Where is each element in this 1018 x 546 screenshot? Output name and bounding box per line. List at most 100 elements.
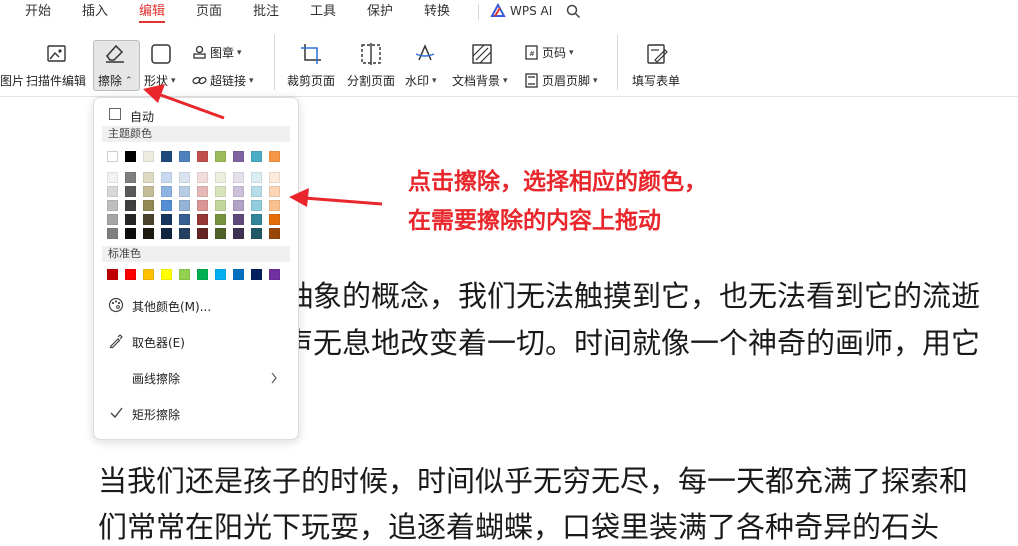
theme-shade-swatch[interactable] <box>251 186 262 197</box>
tab-convert[interactable]: 转换 <box>424 3 450 21</box>
standard-color-swatch[interactable] <box>107 269 118 280</box>
theme-shade-swatch[interactable] <box>269 228 280 239</box>
theme-shade-swatch[interactable] <box>125 186 136 197</box>
erase-dropdown[interactable]: 擦除 ⌃ <box>98 72 133 89</box>
tab-tools[interactable]: 工具 <box>310 3 336 21</box>
theme-shade-swatch[interactable] <box>143 172 154 183</box>
theme-shade-swatch[interactable] <box>269 172 280 183</box>
theme-shade-swatch[interactable] <box>143 214 154 225</box>
theme-color-swatch[interactable] <box>197 151 208 162</box>
theme-shade-swatch[interactable] <box>233 228 244 239</box>
theme-shade-swatch[interactable] <box>125 228 136 239</box>
theme-shade-swatch[interactable] <box>143 186 154 197</box>
fill-form-label[interactable]: 填写表单 <box>632 72 680 89</box>
hyperlink-dropdown[interactable]: 超链接 ▾ <box>192 72 254 89</box>
theme-shade-swatch[interactable] <box>107 228 118 239</box>
theme-shade-swatch[interactable] <box>269 186 280 197</box>
theme-shade-swatch[interactable] <box>161 214 172 225</box>
theme-shade-swatch[interactable] <box>269 200 280 211</box>
theme-shade-swatch[interactable] <box>179 214 190 225</box>
tab-comment[interactable]: 批注 <box>253 3 279 21</box>
theme-shade-swatch[interactable] <box>161 186 172 197</box>
standard-color-swatch[interactable] <box>215 269 226 280</box>
theme-shade-swatch[interactable] <box>197 200 208 211</box>
doc-background-dropdown[interactable]: 文档背景 ▾ <box>452 72 508 89</box>
standard-color-swatch[interactable] <box>197 269 208 280</box>
watermark-dropdown[interactable]: 水印 ▾ <box>405 72 437 89</box>
auto-label[interactable]: 自动 <box>130 108 154 125</box>
theme-shade-swatch[interactable] <box>197 228 208 239</box>
doc-background-icon[interactable] <box>470 42 494 66</box>
search-icon[interactable] <box>566 4 581 19</box>
picture-label[interactable]: 图片 <box>0 72 24 89</box>
theme-shade-swatch[interactable] <box>197 172 208 183</box>
theme-shade-swatch[interactable] <box>215 200 226 211</box>
theme-shade-swatch[interactable] <box>251 200 262 211</box>
theme-shade-swatch[interactable] <box>197 214 208 225</box>
more-colors-item[interactable]: 其他颜色(M)... <box>132 298 211 315</box>
theme-shade-swatch[interactable] <box>125 200 136 211</box>
theme-shade-swatch[interactable] <box>269 214 280 225</box>
theme-color-swatch[interactable] <box>143 151 154 162</box>
theme-shade-swatch[interactable] <box>161 172 172 183</box>
theme-shade-swatch[interactable] <box>161 228 172 239</box>
fill-form-icon[interactable] <box>645 42 669 66</box>
standard-color-swatch[interactable] <box>143 269 154 280</box>
page-number-dropdown[interactable]: # 页码 ▾ <box>524 44 574 61</box>
split-page-icon[interactable] <box>359 42 383 66</box>
auto-checkbox[interactable] <box>109 108 121 120</box>
theme-shade-swatch[interactable] <box>215 214 226 225</box>
tab-edit[interactable]: 编辑 <box>139 3 165 21</box>
rect-erase-item[interactable]: 矩形擦除 <box>132 406 180 423</box>
tab-insert[interactable]: 插入 <box>82 3 108 21</box>
theme-shade-swatch[interactable] <box>215 172 226 183</box>
theme-shade-swatch[interactable] <box>179 186 190 197</box>
theme-shade-swatch[interactable] <box>179 172 190 183</box>
tab-protect[interactable]: 保护 <box>367 3 393 21</box>
theme-shade-swatch[interactable] <box>233 214 244 225</box>
theme-color-swatch[interactable] <box>179 151 190 162</box>
stamp-dropdown[interactable]: 图章 ▾ <box>192 44 242 61</box>
theme-color-swatch[interactable] <box>269 151 280 162</box>
theme-shade-swatch[interactable] <box>107 200 118 211</box>
theme-shade-swatch[interactable] <box>197 186 208 197</box>
theme-shade-swatch[interactable] <box>107 186 118 197</box>
standard-color-swatch[interactable] <box>251 269 262 280</box>
theme-color-swatch[interactable] <box>161 151 172 162</box>
watermark-icon[interactable] <box>413 42 437 66</box>
theme-shade-swatch[interactable] <box>233 200 244 211</box>
shape-icon[interactable] <box>149 42 173 66</box>
theme-shade-swatch[interactable] <box>233 186 244 197</box>
theme-shade-swatch[interactable] <box>179 200 190 211</box>
theme-shade-swatch[interactable] <box>107 214 118 225</box>
crop-page-icon[interactable] <box>299 42 323 66</box>
theme-shade-swatch[interactable] <box>179 228 190 239</box>
standard-color-swatch[interactable] <box>179 269 190 280</box>
theme-color-swatch[interactable] <box>125 151 136 162</box>
shape-dropdown[interactable]: 形状 ▾ <box>144 72 176 89</box>
scan-edit-icon[interactable] <box>45 42 69 66</box>
standard-color-swatch[interactable] <box>269 269 280 280</box>
theme-shade-swatch[interactable] <box>161 200 172 211</box>
theme-color-swatch[interactable] <box>215 151 226 162</box>
line-erase-item[interactable]: 画线擦除 <box>132 370 180 387</box>
tab-page[interactable]: 页面 <box>196 3 222 21</box>
eyedropper-item[interactable]: 取色器(E) <box>132 334 185 351</box>
wps-ai-button[interactable]: WPS AI <box>490 3 552 19</box>
split-page-label[interactable]: 分割页面 <box>347 72 395 89</box>
theme-shade-swatch[interactable] <box>125 214 136 225</box>
header-footer-dropdown[interactable]: 页眉页脚 ▾ <box>524 72 598 89</box>
standard-color-swatch[interactable] <box>125 269 136 280</box>
theme-shade-swatch[interactable] <box>143 228 154 239</box>
theme-shade-swatch[interactable] <box>215 186 226 197</box>
theme-shade-swatch[interactable] <box>143 200 154 211</box>
theme-shade-swatch[interactable] <box>215 228 226 239</box>
theme-color-swatch[interactable] <box>233 151 244 162</box>
standard-color-swatch[interactable] <box>161 269 172 280</box>
theme-shade-swatch[interactable] <box>125 172 136 183</box>
tab-start[interactable]: 开始 <box>25 3 51 21</box>
standard-color-swatch[interactable] <box>233 269 244 280</box>
scan-edit-label[interactable]: 扫描件编辑 <box>26 72 86 89</box>
theme-shade-swatch[interactable] <box>251 214 262 225</box>
theme-shade-swatch[interactable] <box>251 172 262 183</box>
